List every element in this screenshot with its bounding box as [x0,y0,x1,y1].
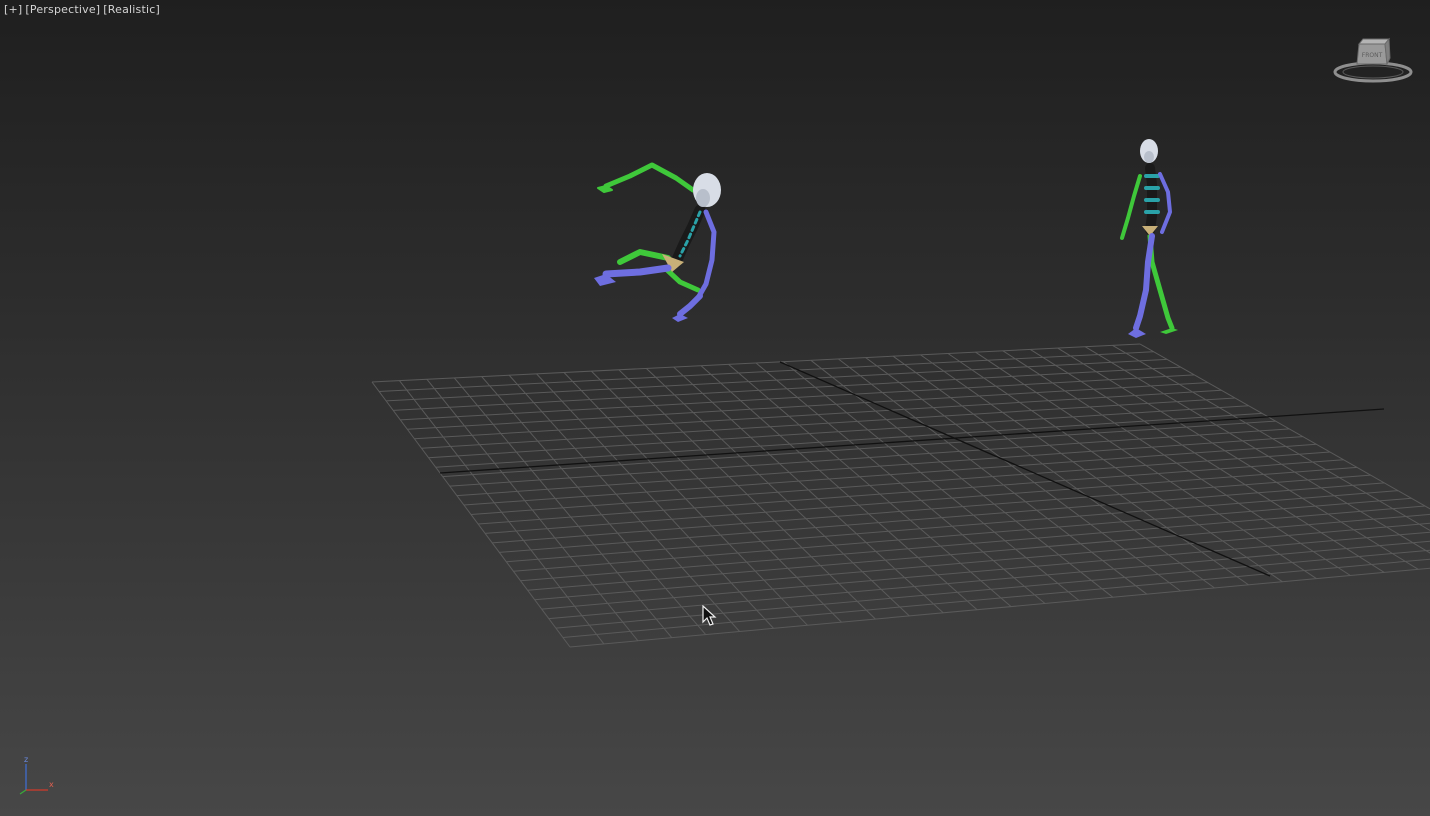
perspective-viewport[interactable]: [+] [Perspective] [Realistic] FRONT z x [0,0,1430,816]
grid-line [1112,344,1430,531]
axis-x-label: x [49,780,54,789]
grid-line [506,490,1398,563]
grid-line [470,451,1331,515]
grid-line [513,497,1412,572]
mouse-pointer-icon [702,604,718,627]
grid-line [520,505,1426,582]
home-grid [371,343,1430,648]
grid-line [1139,343,1430,510]
scene-canvas[interactable] [0,0,1430,816]
grid-line [492,474,1371,544]
grid-world-axes [439,361,1385,577]
viewcube-icon[interactable]: FRONT [1333,36,1413,86]
axis-tripod-icon: z x [14,752,60,796]
grid-line [569,567,1430,648]
axis-z-label: z [24,755,28,764]
grid-line [865,357,1181,592]
grid-line [1084,346,1430,554]
viewcube-face-label: FRONT [1362,52,1383,59]
grid-line [892,355,1215,589]
grid-line [485,466,1358,534]
biped-character-kicking[interactable] [594,162,721,322]
biped-character-walking[interactable] [1120,139,1178,338]
grid-line [562,558,1430,638]
